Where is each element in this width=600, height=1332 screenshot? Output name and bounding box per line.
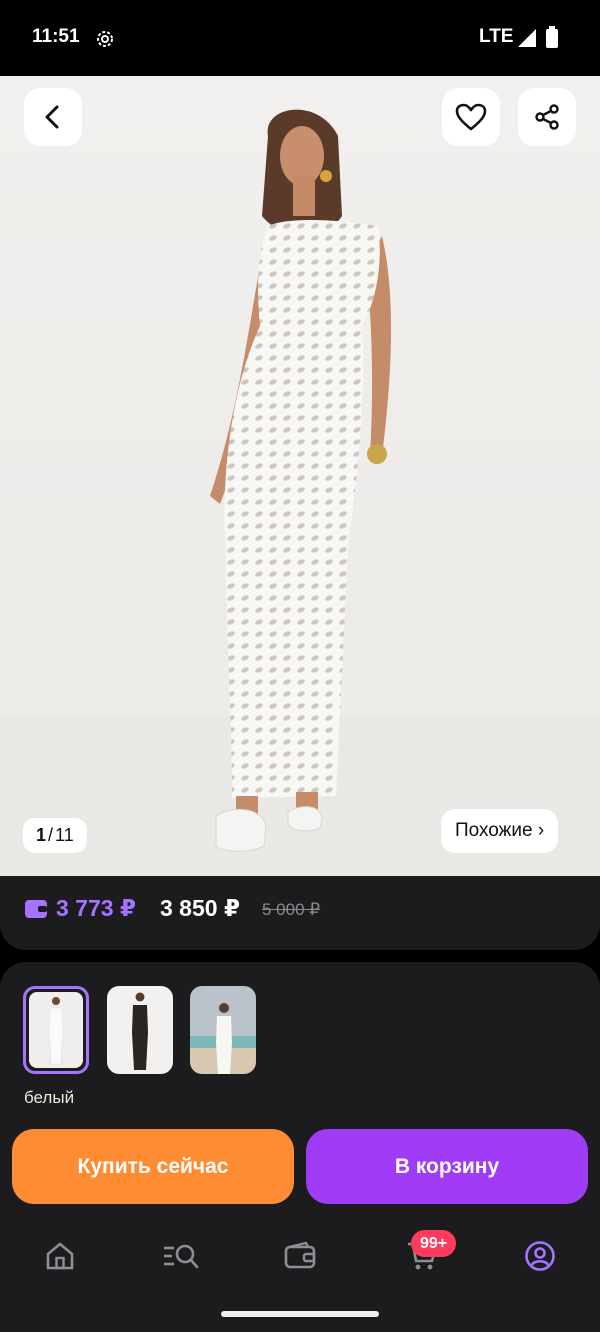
back-arrow-icon xyxy=(45,105,59,129)
network-type: LTE xyxy=(479,26,514,47)
white-dress-thumbnail xyxy=(29,992,83,1068)
similar-button[interactable]: Похожие › xyxy=(441,809,559,853)
product-photo xyxy=(0,109,600,876)
favorite-button[interactable] xyxy=(442,88,500,146)
color-swatch-white[interactable] xyxy=(23,986,89,1074)
color-swatch-black[interactable] xyxy=(107,986,173,1074)
share-icon xyxy=(535,104,559,130)
heart-icon xyxy=(455,103,487,131)
similar-label: Похожие › xyxy=(455,820,545,841)
battery-icon xyxy=(546,26,558,48)
back-button[interactable] xyxy=(24,88,82,146)
current-price: 3 850 ₽ xyxy=(160,895,240,921)
image-counter-separator: / xyxy=(48,825,54,845)
home-indicator xyxy=(221,1311,379,1317)
share-button[interactable] xyxy=(518,88,576,146)
home-icon[interactable] xyxy=(44,1240,76,1272)
image-counter-total: 11 xyxy=(55,825,74,845)
signal-icon xyxy=(518,29,536,47)
black-dress-thumbnail xyxy=(107,986,173,1074)
selected-color-label: белый xyxy=(24,1088,75,1107)
buy-now-button[interactable]: Купить сейчас xyxy=(12,1129,294,1204)
product-image[interactable]: 1 / 11 Похожие › xyxy=(0,76,600,876)
catalog-search-icon[interactable] xyxy=(162,1240,200,1272)
cart-badge: 99+ xyxy=(411,1230,457,1257)
wallet-nav-icon[interactable] xyxy=(284,1240,316,1272)
profile-icon[interactable] xyxy=(524,1240,556,1272)
image-counter-current: 1 xyxy=(36,825,47,845)
status-time: 11:51 xyxy=(32,26,80,47)
status-bar: 11:51 LTE xyxy=(0,0,600,76)
old-price: 5 000 ₽ xyxy=(262,900,321,919)
image-counter: 1 / 11 xyxy=(23,818,87,853)
wallet-icon xyxy=(25,900,47,918)
wallet-price: 3 773 ₽ xyxy=(56,895,136,921)
color-swatch-beach[interactable] xyxy=(190,986,256,1074)
add-to-cart-button[interactable]: В корзину xyxy=(306,1129,588,1204)
beach-dress-thumbnail xyxy=(190,986,256,1074)
settings-gear-icon xyxy=(97,31,113,47)
